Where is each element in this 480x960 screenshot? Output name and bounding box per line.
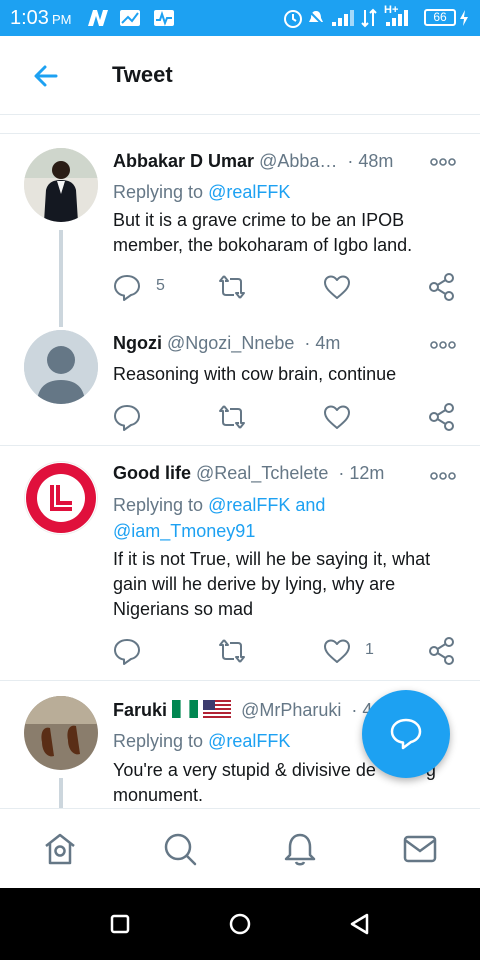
tweet-header: Ngozi @Ngozi_Nnebe · 4m [113,333,340,354]
tweet-time: · 48m [347,151,394,171]
user-name[interactable]: Abbakar D Umar [113,151,254,171]
like-icon[interactable] [322,272,352,302]
recent-apps-icon[interactable] [106,910,134,938]
tweet-header: Good life @Real_Tchelete · 12m [113,463,384,484]
share-icon[interactable] [427,636,457,666]
thread-line [59,778,63,808]
more-icon[interactable] [430,157,456,167]
signal-icon [332,10,354,26]
tweet-text: But it is a grave crime to be an IPOB me… [113,210,413,255]
notifications-icon[interactable] [282,831,318,867]
avatar[interactable] [24,148,98,222]
tweet-item[interactable]: Good life @Real_Tchelete · 12m Replying … [0,446,480,680]
home-button-icon[interactable] [226,910,254,938]
mention-link[interactable]: @realFFK and [208,495,325,515]
replying-to: Replying to @realFFK [113,182,291,202]
tweet-text: If it is not True, will he be saying it,… [113,549,431,619]
tweet-item[interactable]: Ngozi @Ngozi_Nnebe · 4m Reasoning with c… [0,325,480,445]
back-button-icon[interactable] [346,910,374,938]
usa-flag-icon [203,700,232,718]
activity-icon [154,10,174,26]
avatar[interactable] [24,696,98,770]
charging-icon [460,10,468,26]
system-nav-bar [0,888,480,960]
avatar[interactable] [24,330,98,404]
mute-icon [307,9,325,27]
signal-2-icon [386,10,408,26]
reply-icon[interactable] [112,636,142,666]
reply-count: 5 [156,277,165,294]
thread-line [59,230,63,327]
user-name[interactable]: Good life [113,463,191,483]
reply-icon[interactable] [112,272,142,302]
reply-icon[interactable] [112,402,142,432]
user-handle[interactable]: @Abba… [259,151,337,171]
tweet-text: Reasoning with cow brain, continue [113,364,397,384]
data-arrows-icon [361,8,377,28]
user-name[interactable]: Faruki [113,700,167,720]
page-title: Tweet [112,62,173,87]
user-handle[interactable]: @Ngozi_Nnebe [167,333,294,353]
mention-link[interactable]: @iam_Tmoney91 [113,521,255,541]
compose-icon [390,718,422,750]
battery-indicator: 66 [424,9,456,26]
gallery-icon [120,10,140,26]
compose-button[interactable] [362,690,450,778]
messages-icon[interactable] [402,831,438,867]
more-icon[interactable] [430,471,456,481]
share-icon[interactable] [427,402,457,432]
tweet-time: · 4m [304,333,341,353]
like-icon[interactable] [322,402,352,432]
status-bar: 1:03 PM H+ 66 [0,0,480,36]
replying-to: Replying to @realFFK [113,731,291,751]
user-name[interactable]: Ngozi [113,333,162,353]
alarm-icon [284,10,302,28]
tweet-time: · 12m [338,463,385,483]
app-n-icon [88,10,108,26]
more-icon[interactable] [430,340,456,350]
retweet-icon[interactable] [217,272,247,302]
back-arrow-icon[interactable] [30,60,62,92]
tweet-header: Abbakar D Umar @Abba… · 48m [113,151,393,172]
retweet-icon[interactable] [217,402,247,432]
tweet-header: Faruki @MrPharuki · 4 [113,700,372,721]
like-count: 1 [365,641,374,658]
user-handle[interactable]: @MrPharuki [241,700,341,720]
tweet-item[interactable]: Abbakar D Umar @Abba… · 48m Replying to … [0,115,480,327]
status-time: 1:03 PM [10,7,72,29]
avatar[interactable] [24,461,98,535]
user-handle[interactable]: @Real_Tchelete [196,463,328,483]
bottom-tab-bar [0,808,480,889]
share-icon[interactable] [427,272,457,302]
like-icon[interactable] [322,636,352,666]
mention-link[interactable]: @realFFK [208,182,290,202]
mention-link[interactable]: @realFFK [208,731,290,751]
search-icon[interactable] [162,831,198,867]
replying-to: Replying to @realFFK and @iam_Tmoney91 [113,495,326,541]
home-icon[interactable] [42,831,78,867]
retweet-icon[interactable] [217,636,247,666]
app-header: Tweet [0,36,480,115]
nigeria-flag-icon [172,700,199,718]
